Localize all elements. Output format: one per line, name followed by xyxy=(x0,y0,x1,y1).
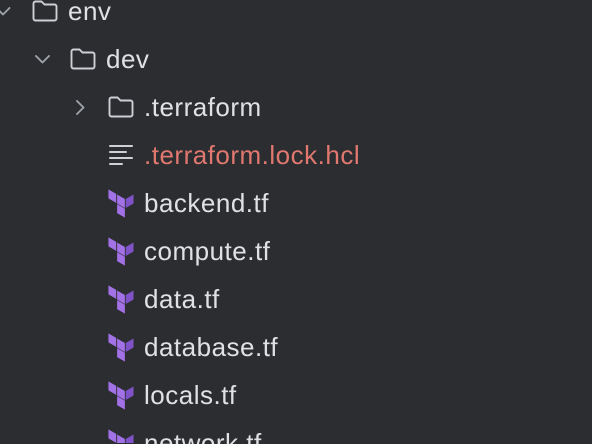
tree-item-label: .terraform.lock.hcl xyxy=(144,140,361,170)
project-tree[interactable]: env dev .terraform .terraform.lock.hcl b… xyxy=(0,0,592,444)
tree-item-label: env xyxy=(68,0,112,26)
tree-row-env[interactable]: env xyxy=(0,0,592,26)
tree-row-locals-tf[interactable]: locals.tf xyxy=(0,371,592,419)
terraform-icon xyxy=(108,236,134,266)
tree-row-compute-tf[interactable]: compute.tf xyxy=(0,227,592,275)
text-file-icon xyxy=(109,145,133,165)
terraform-icon xyxy=(108,284,134,314)
tree-item-label: data.tf xyxy=(144,284,220,314)
folder-icon xyxy=(108,96,134,118)
tree-row-dev[interactable]: dev xyxy=(0,35,592,83)
tree-item-label: dev xyxy=(106,44,150,74)
tree-row-lock-file[interactable]: .terraform.lock.hcl xyxy=(0,131,592,179)
tree-item-label: .terraform xyxy=(144,92,262,122)
folder-icon xyxy=(32,0,58,22)
terraform-icon xyxy=(108,188,134,218)
tree-row-backend-tf[interactable]: backend.tf xyxy=(0,179,592,227)
chevron-down-icon[interactable] xyxy=(0,6,11,16)
tree-row-terraform-folder[interactable]: .terraform xyxy=(0,83,592,131)
tree-row-data-tf[interactable]: data.tf xyxy=(0,275,592,323)
terraform-icon xyxy=(108,332,134,362)
folder-icon xyxy=(70,48,96,70)
tree-item-label: database.tf xyxy=(144,332,279,362)
chevron-down-icon[interactable] xyxy=(34,54,50,64)
tree-item-label: backend.tf xyxy=(144,188,269,218)
terraform-icon xyxy=(108,428,134,443)
tree-row-database-tf[interactable]: database.tf xyxy=(0,323,592,371)
tree-item-label: compute.tf xyxy=(144,236,271,266)
tree-item-label: locals.tf xyxy=(144,380,237,410)
chevron-right-icon[interactable] xyxy=(75,99,85,115)
terraform-icon xyxy=(108,380,134,410)
tree-row-network-tf[interactable]: network.tf xyxy=(0,419,592,444)
